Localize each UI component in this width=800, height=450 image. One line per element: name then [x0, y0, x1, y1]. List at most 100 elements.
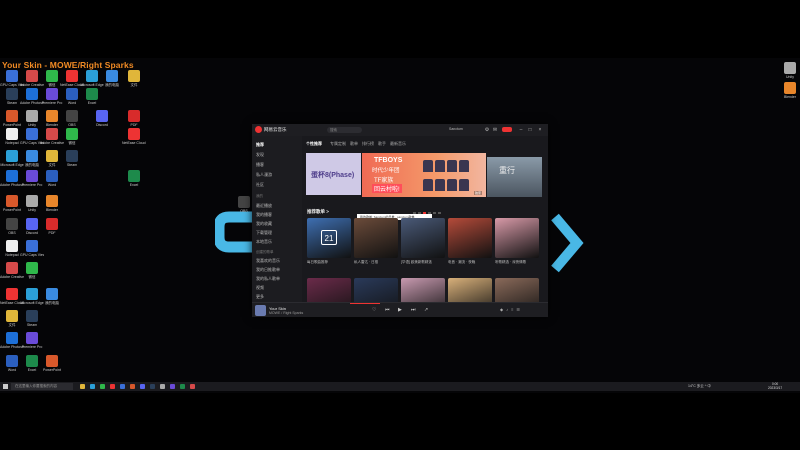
desktop-icon[interactable]: 微信 [60, 128, 84, 150]
tab-new-music[interactable]: 最新音乐 [390, 141, 406, 147]
desktop-icon[interactable]: Discord [90, 110, 114, 132]
app-taskbar-icon[interactable] [160, 384, 165, 389]
app-icon [6, 310, 18, 322]
desktop-icon[interactable]: Blender [40, 195, 64, 217]
desktop-icon-label: 微信 [28, 275, 36, 279]
wechat-icon[interactable] [100, 384, 105, 389]
desktop-icon[interactable]: PowerPoint [40, 355, 64, 377]
tab-custom[interactable]: 专属定制 [330, 141, 346, 147]
playlist-caption[interactable]: 听歌精选 · 深夜情歌 [495, 260, 539, 264]
sidebar-item-daily[interactable]: 我的日推歌单 [256, 267, 280, 273]
desktop-icon[interactable]: PDF [40, 218, 64, 240]
banner-center[interactable]: TFBOYS 时代少年团 TF家族 回云村啦! 独家 [362, 153, 486, 197]
close-icon[interactable]: × [537, 127, 543, 133]
banner-right[interactable]: 重行 [487, 157, 542, 197]
play-icon[interactable]: ▶ [398, 307, 402, 313]
system-tray[interactable]: 14°C 多云 ^ 中 [688, 384, 711, 389]
sidebar-item-my-podcast[interactable]: 我的播客 [256, 212, 272, 218]
tab-playlists[interactable]: 歌单 [350, 141, 358, 147]
desktop-icon-label: 我的电脑 [105, 83, 119, 87]
sidebar-item-fm[interactable]: 私人漫游 [256, 172, 272, 178]
sidebar-item-recent[interactable]: 最近播放 [256, 203, 272, 209]
desktop-icon[interactable]: Premiere Pro [20, 332, 44, 354]
mail-icon[interactable]: ✉ [492, 127, 498, 133]
settings-icon[interactable]: ⚙ [484, 127, 490, 133]
minimize-icon[interactable]: – [518, 127, 524, 133]
playlist-caption[interactable]: 每日歌曲推荐 [307, 260, 351, 264]
desktop-icon[interactable]: 文件 [122, 70, 146, 92]
app-taskbar-icon[interactable] [170, 384, 175, 389]
playlist-card[interactable]: 听歌精选 · 深夜情歌 [495, 218, 539, 264]
player-extra-icons[interactable]: ◆♪≡☰ [500, 307, 523, 312]
banner-left[interactable]: 蛋杯8(Phase) [306, 153, 361, 195]
app-taskbar-icon[interactable] [150, 384, 155, 389]
desktop-icon[interactable]: Blender [778, 82, 800, 104]
like-icon[interactable]: ♡ [372, 307, 376, 313]
playlist-card[interactable]: 私人雷达 · 日推 [354, 218, 398, 264]
clock[interactable]: 0:00 2023/3/17 [768, 382, 782, 390]
album-art[interactable] [255, 305, 266, 316]
desktop-icon[interactable]: Steam [20, 310, 44, 332]
desktop-icon[interactable]: Excel [122, 170, 146, 192]
playlist-caption[interactable]: [华语] 欧美新歌精选 [401, 260, 445, 264]
taskbar-search-input[interactable]: 在这里输入你要搜索的内容 [11, 383, 73, 390]
sidebar-item-downloads[interactable]: 下载管理 [256, 230, 272, 236]
desktop-icon[interactable]: Unity [778, 62, 800, 84]
app-taskbar-icon[interactable] [180, 384, 185, 389]
share-icon[interactable]: ↗ [424, 307, 428, 313]
banner-line-1: TFBOYS [374, 157, 403, 164]
sidebar-item-more[interactable]: 更多 [256, 294, 264, 300]
sidebar-item-discover[interactable]: 发现 [256, 152, 264, 158]
desktop-icon[interactable]: NetEase Cloud Music [122, 128, 146, 150]
tab-charts[interactable]: 排行榜 [362, 141, 374, 147]
user-name[interactable]: Sanctum [449, 127, 463, 131]
next-icon[interactable]: ⏭ [411, 307, 416, 313]
app-icon [6, 218, 18, 230]
sidebar-item-recommend[interactable]: 推荐 [256, 142, 264, 148]
prev-icon[interactable]: ⏮ [385, 307, 390, 313]
playlist-cover[interactable] [354, 218, 398, 258]
playlist-cover[interactable] [495, 218, 539, 258]
app-taskbar-icon[interactable] [190, 384, 195, 389]
playlist-cover[interactable] [448, 218, 492, 258]
music-app-window[interactable]: 网易云音乐 搜索 Sanctum ⚙ ✉ – □ × 推荐 发现 播客 私人漫游… [252, 124, 548, 317]
netease-taskbar-icon[interactable] [110, 384, 115, 389]
sidebar-item-podcast[interactable]: 播客 [256, 162, 264, 168]
desktop-icon[interactable]: Steam [60, 150, 84, 172]
playlist-card[interactable]: 电音 · 潮流 · 夜晚 [448, 218, 492, 264]
playlist-card[interactable]: [华语] 欧美新歌精选 [401, 218, 445, 264]
playlist-card[interactable]: 21 每日歌曲推荐 [307, 218, 351, 264]
playlist-cover[interactable] [401, 218, 445, 258]
sidebar-item-local[interactable]: 本地音乐 [256, 239, 272, 245]
app-icon [46, 170, 58, 182]
tab-personal[interactable]: 个性推荐 [306, 141, 322, 147]
sidebar-item-private[interactable]: 我的私人歌单 [256, 276, 280, 282]
sidebar-item-favorites[interactable]: 我的收藏 [256, 221, 272, 227]
progress-bar[interactable] [350, 303, 380, 304]
maximize-icon[interactable]: □ [527, 127, 533, 133]
desktop-icon-label: PDF [130, 123, 138, 127]
playlist-caption[interactable]: 电音 · 潮流 · 夜晚 [448, 260, 492, 264]
desktop-icon[interactable]: 我的电脑 [40, 288, 64, 310]
sidebar-item-liked[interactable]: 我喜欢的音乐 [256, 258, 280, 264]
tab-artists[interactable]: 歌手 [378, 141, 386, 147]
track-artist[interactable]: MOWE / Right Sparks [269, 311, 303, 315]
sidebar-item-video[interactable]: 视频 [256, 285, 264, 291]
windows-start-icon[interactable] [3, 384, 8, 389]
app-taskbar-icon[interactable] [140, 384, 145, 389]
player-bar: Your Skin MOWE / Right Sparks ♡ ⏮ ▶ ⏭ ↗ … [252, 302, 548, 317]
app-taskbar-icon[interactable] [120, 384, 125, 389]
section-title[interactable]: 推荐歌单 > [307, 209, 329, 215]
desktop-icon[interactable]: 微信 [20, 262, 44, 284]
vip-badge[interactable] [502, 127, 512, 132]
sidebar-item-community[interactable]: 社区 [256, 182, 264, 188]
search-input[interactable]: 搜索 [327, 127, 362, 133]
app-taskbar-icon[interactable] [130, 384, 135, 389]
file-explorer-icon[interactable] [80, 384, 85, 389]
desktop-icon[interactable]: Excel [80, 88, 104, 110]
desktop-icon[interactable]: Word [40, 170, 64, 192]
playlist-caption[interactable]: 私人雷达 · 日推 [354, 260, 398, 264]
playlist-cover[interactable]: 21 [307, 218, 351, 258]
desktop-icon[interactable]: GPU Caps Viewer [20, 240, 44, 262]
edge-icon[interactable] [90, 384, 95, 389]
